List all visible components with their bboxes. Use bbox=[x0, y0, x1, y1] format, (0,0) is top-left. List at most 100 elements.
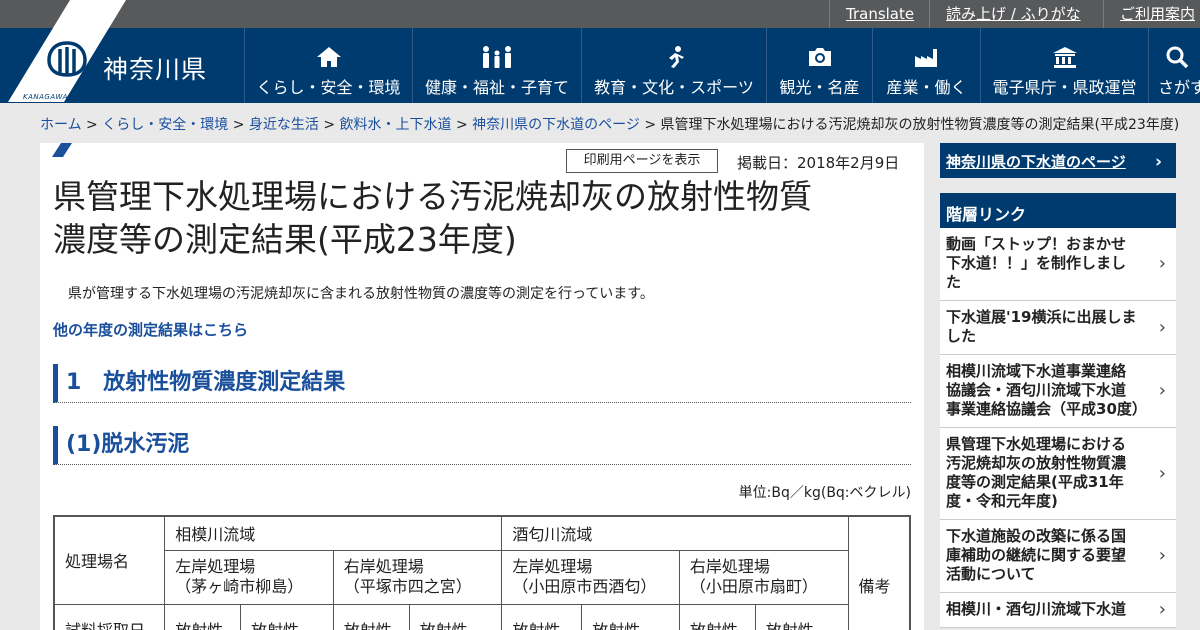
sidebar-section-title: 階層リンク bbox=[940, 193, 1176, 228]
kanagawa-emblem-icon bbox=[47, 41, 87, 77]
section-heading-1-1: (1)脱水汚泥 bbox=[53, 426, 911, 465]
plant-name: 右岸処理場 bbox=[689, 557, 770, 576]
breadcrumb-sewerage[interactable]: 神奈川県の下水道のページ bbox=[472, 117, 640, 133]
breadcrumb-current: 県管理下水処理場における汚泥焼却灰の放射性物質濃度等の測定結果(平成23年度) bbox=[660, 117, 1180, 133]
breadcrumb-separator: > bbox=[232, 117, 245, 133]
plant-location: （平塚市四之宮） bbox=[343, 577, 472, 596]
breadcrumb-water[interactable]: 飲料水・上下水道 bbox=[340, 117, 452, 133]
table-subheader: 放射性 bbox=[408, 603, 503, 630]
chevron-right-icon: › bbox=[1158, 253, 1166, 274]
plant-name: 左岸処理場 bbox=[512, 557, 593, 576]
main-content: 印刷用ページを表示 掲載日：2018年2月9日 県管理下水処理場における汚泥焼却… bbox=[40, 143, 924, 630]
breadcrumb: ホーム > くらし・安全・環境 > 身近な生活 > 飲料水・上下水道 > 神奈川… bbox=[40, 114, 1179, 134]
runner-icon bbox=[669, 46, 684, 68]
plant-location: （茅ヶ崎市柳島） bbox=[175, 577, 304, 596]
sidebar-link-label: 下水道展'19横浜に出展しました bbox=[946, 308, 1137, 345]
read-aloud-link[interactable]: 読み上げ / ふりがな bbox=[929, 0, 1103, 28]
table-header-basin: 酒匂川流域 bbox=[501, 515, 849, 551]
plant-name: 左岸処理場 bbox=[175, 557, 256, 576]
sidebar-link-list: 動画「ストップ！おまかせ下水道！！」を制作しました › 下水道展'19横浜に出展し… bbox=[940, 228, 1176, 628]
sidebar-parent-link-label: 神奈川県の下水道のページ bbox=[946, 153, 1126, 171]
site-name: 神奈川県 bbox=[103, 55, 208, 84]
nav-item-egov[interactable]: 電子県庁・県政運営 bbox=[980, 28, 1148, 103]
search-icon bbox=[1166, 46, 1189, 68]
chevron-right-icon: › bbox=[1154, 152, 1162, 172]
section-heading-1: 1 放射性物質濃度測定結果 bbox=[53, 364, 911, 403]
camera-icon bbox=[808, 48, 831, 66]
table-header-remarks: 備考 bbox=[847, 515, 911, 630]
table-subheader: 放射性 bbox=[164, 603, 242, 630]
print-page-button[interactable]: 印刷用ページを表示 bbox=[566, 149, 718, 173]
factory-icon bbox=[914, 49, 937, 67]
table-subheader: 放射性 bbox=[332, 603, 410, 630]
breadcrumb-daily-life[interactable]: 身近な生活 bbox=[249, 117, 319, 133]
government-building-icon bbox=[1052, 47, 1077, 68]
nav-item-health[interactable]: 健康・福祉・子育て bbox=[412, 28, 581, 103]
table-subheader: 放射性 bbox=[678, 603, 756, 630]
guide-link[interactable]: ご利用案内 bbox=[1103, 0, 1200, 28]
breadcrumb-separator: > bbox=[323, 117, 336, 133]
nav-label: 電子県庁・県政運営 bbox=[992, 78, 1137, 97]
sidebar-link-label: 相模川・酒匂川流域下水道 bbox=[946, 600, 1127, 618]
nav-item-living[interactable]: くらし・安全・環境 bbox=[244, 28, 412, 103]
page-title-line2: 濃度等の測定結果(平成23年度) bbox=[53, 220, 517, 259]
site-logo[interactable]: KANAGAWA 神奈川県 bbox=[0, 0, 244, 102]
translate-link[interactable]: Translate bbox=[829, 0, 929, 28]
nav-label: 教育・文化・スポーツ bbox=[594, 78, 754, 97]
plant-name: 右岸処理場 bbox=[343, 557, 424, 576]
chevron-right-icon: › bbox=[1158, 380, 1166, 401]
breadcrumb-home[interactable]: ホーム bbox=[40, 117, 82, 133]
nav-item-industry[interactable]: 産業・働く bbox=[872, 28, 980, 103]
sidebar-link-label: 県管理下水処理場における汚泥焼却灰の放射性物質濃度等の測定結果(平成31年度・令… bbox=[946, 435, 1127, 510]
nav-label: さがす bbox=[1158, 78, 1200, 97]
table-subheader: 放射性 bbox=[501, 603, 583, 630]
sidebar-link-item[interactable]: 相模川流域下水道事業連絡協議会・酒匂川流域下水道事業連絡協議会（平成30度） › bbox=[940, 355, 1176, 428]
unit-note: 単位:Bq／kg(Bq:ベクレル) bbox=[738, 485, 911, 501]
sidebar-link-item[interactable]: 動画「ストップ！おまかせ下水道！！」を制作しました › bbox=[940, 228, 1176, 301]
table-header-plant-cell: 左岸処理場 （小田原市西酒匂） bbox=[501, 549, 680, 605]
logo-caption: KANAGAWA bbox=[23, 93, 68, 101]
page-title: 県管理下水処理場における汚泥焼却灰の放射性物質 濃度等の測定結果(平成23年度) bbox=[53, 175, 913, 261]
table-header-plant: 処理場名 bbox=[53, 515, 166, 605]
sidebar-link-label: 下水道施設の改築に係る国庫補助の継続に関する要望活動について bbox=[946, 527, 1127, 583]
sidebar-link-item[interactable]: 下水道施設の改築に係る国庫補助の継続に関する要望活動について › bbox=[940, 520, 1176, 593]
nav-label: 観光・名産 bbox=[779, 78, 860, 97]
page-title-line1: 県管理下水処理場における汚泥焼却灰の放射性物質 bbox=[53, 177, 812, 216]
sidebar-link-item[interactable]: 県管理下水処理場における汚泥焼却灰の放射性物質濃度等の測定結果(平成31年度・令… bbox=[940, 428, 1176, 520]
corner-stripe-icon bbox=[52, 143, 72, 157]
nav-label: くらし・安全・環境 bbox=[256, 78, 401, 97]
breadcrumb-separator: > bbox=[644, 117, 657, 133]
chevron-right-icon: › bbox=[1158, 462, 1166, 484]
sidebar-link-item[interactable]: 下水道展'19横浜に出展しました › bbox=[940, 301, 1176, 355]
breadcrumb-separator: > bbox=[455, 117, 468, 133]
sidebar-link-label: 動画「ストップ！おまかせ下水道！！」を制作しました bbox=[946, 235, 1127, 291]
chevron-right-icon: › bbox=[1158, 316, 1166, 338]
table-header-basin: 相模川流域 bbox=[164, 515, 503, 551]
plant-location: （小田原市西酒匂） bbox=[512, 577, 657, 596]
table-header-plant-cell: 右岸処理場 （小田原市扇町） bbox=[678, 549, 849, 605]
table-subheader: 放射性 bbox=[754, 603, 849, 630]
table-subheader: 放射性 bbox=[581, 603, 680, 630]
table-header-date: 試料採取日 bbox=[53, 603, 166, 630]
measurement-table: 処理場名 相模川流域 酒匂川流域 備考 左岸処理場 （茅ヶ崎市柳島） 右岸処理場（… bbox=[53, 515, 911, 630]
other-years-link[interactable]: 他の年度の測定結果はこちら bbox=[53, 319, 248, 340]
chevron-right-icon: › bbox=[1158, 545, 1166, 566]
table-subheader: 放射性 bbox=[240, 603, 334, 630]
sidebar-parent-link[interactable]: 神奈川県の下水道のページ › bbox=[940, 143, 1176, 178]
nav-item-tourism[interactable]: 観光・名産 bbox=[766, 28, 872, 103]
sidebar-link-item[interactable]: 相模川・酒匂川流域下水道 › bbox=[940, 593, 1176, 628]
intro-text: 県が管理する下水処理場の汚泥焼却灰に含まれる放射性物質の濃度等の測定を行っていま… bbox=[68, 286, 654, 302]
table-header-plant-cell: 左岸処理場 （茅ヶ崎市柳島） bbox=[164, 549, 334, 605]
nav-label: 産業・働く bbox=[886, 78, 967, 97]
nav-item-education[interactable]: 教育・文化・スポーツ bbox=[581, 28, 766, 103]
table-header-plant-cell: 右岸処理場 （平塚市四之宮） bbox=[332, 549, 503, 605]
breadcrumb-separator: > bbox=[86, 117, 98, 133]
plant-location: （小田原市扇町） bbox=[689, 577, 818, 596]
posted-date: 掲載日：2018年2月9日 bbox=[737, 154, 900, 172]
breadcrumb-living[interactable]: くらし・安全・環境 bbox=[102, 117, 228, 133]
house-icon bbox=[316, 47, 341, 67]
family-icon bbox=[483, 46, 511, 68]
nav-label: 健康・福祉・子育て bbox=[424, 78, 569, 97]
chevron-right-icon: › bbox=[1158, 599, 1166, 620]
nav-item-search[interactable]: さがす bbox=[1148, 28, 1200, 103]
